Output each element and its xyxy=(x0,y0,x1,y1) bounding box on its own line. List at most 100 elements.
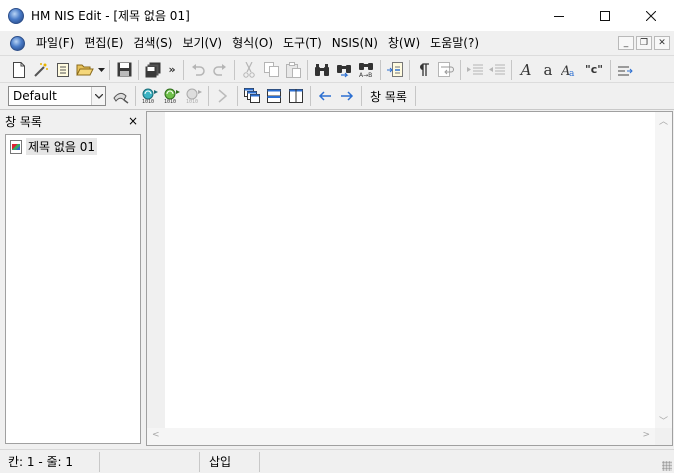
list-item[interactable]: 제목 없음 01 xyxy=(10,138,136,155)
cascade-icon xyxy=(244,88,260,103)
insert-colon-button[interactable] xyxy=(614,59,636,81)
open-folder-icon xyxy=(76,64,94,75)
compile-button[interactable]: 1010 xyxy=(139,85,161,107)
toolbar-separator xyxy=(511,59,512,80)
window-list-button[interactable]: 창 목록 xyxy=(365,88,412,105)
toolbar-separator xyxy=(135,86,136,106)
scroll-right-icon[interactable]: > xyxy=(642,430,650,440)
nsis-globe-icon[interactable] xyxy=(8,7,24,24)
minimize-button[interactable] xyxy=(536,0,582,31)
outdent-button[interactable] xyxy=(486,59,508,81)
line-gutter xyxy=(147,112,165,429)
toolbar-overflow-button[interactable]: » xyxy=(164,59,180,81)
open-dropdown-button[interactable] xyxy=(96,59,106,81)
status-blank xyxy=(100,451,200,472)
title-bar: HM NIS Edit - [제목 없음 01] xyxy=(0,0,674,31)
toolbar-separator xyxy=(237,86,238,106)
indent-button[interactable] xyxy=(464,59,486,81)
menu-search[interactable]: 검색(S) xyxy=(128,32,177,54)
tile-vertical-button[interactable] xyxy=(285,85,307,107)
wizard-button[interactable] xyxy=(30,59,52,81)
menu-format[interactable]: 형식(O) xyxy=(227,32,278,54)
lowercase-button[interactable]: a xyxy=(537,59,559,81)
cursor-position: 칸: 1 - 줄: 1 xyxy=(0,451,100,472)
maximize-icon xyxy=(600,10,610,21)
menu-file[interactable]: 파일(F) xyxy=(31,32,79,54)
find-button[interactable] xyxy=(311,59,333,81)
scroll-left-icon[interactable]: < xyxy=(152,430,160,440)
toolbar-separator xyxy=(138,59,139,80)
menu-view[interactable]: 보기(V) xyxy=(177,32,227,54)
toolbar-separator xyxy=(380,59,381,80)
new-file-icon xyxy=(13,61,25,78)
word-wrap-button[interactable] xyxy=(435,59,457,81)
save-disk-icon xyxy=(117,62,131,77)
quote-string-button[interactable]: "c" xyxy=(581,59,607,81)
mdi-close-button[interactable]: ✕ xyxy=(654,36,670,50)
menu-help[interactable]: 도움말(?) xyxy=(425,32,484,54)
menu-tools[interactable]: 도구(T) xyxy=(278,32,327,54)
maximize-button[interactable] xyxy=(582,0,628,31)
toolbar-separator xyxy=(414,86,416,106)
outdent-icon xyxy=(489,64,505,74)
horizontal-scrollbar[interactable]: < > xyxy=(147,428,655,445)
run-button[interactable] xyxy=(212,85,234,107)
new-file-button[interactable] xyxy=(8,59,30,81)
template-button[interactable] xyxy=(52,59,74,81)
cascade-button[interactable] xyxy=(241,85,263,107)
list-item-label: 제목 없음 01 xyxy=(26,138,98,155)
italic-font-button[interactable]: A xyxy=(515,59,537,81)
previous-window-button[interactable] xyxy=(314,85,336,107)
scroll-down-icon[interactable]: ﹀ xyxy=(659,414,668,427)
close-button[interactable] xyxy=(628,0,674,31)
save-button[interactable] xyxy=(113,59,135,81)
pilcrow-icon xyxy=(420,62,429,76)
run-icon xyxy=(218,89,228,103)
panel-header: 창 목록 × xyxy=(2,111,142,131)
save-all-button[interactable] xyxy=(142,59,164,81)
svg-text:A→B: A→B xyxy=(359,72,372,78)
redo-button[interactable] xyxy=(209,59,231,81)
open-button[interactable] xyxy=(74,59,96,81)
find-next-button[interactable] xyxy=(333,59,355,81)
next-window-icon xyxy=(341,91,354,101)
previous-window-icon xyxy=(318,91,331,101)
italic-a-glyph: A xyxy=(520,60,532,79)
chevron-down-icon xyxy=(94,93,103,99)
tile-horizontal-button[interactable] xyxy=(263,85,285,107)
show-whitespace-button[interactable] xyxy=(413,59,435,81)
toolbar-separator xyxy=(109,59,110,80)
cut-button[interactable] xyxy=(238,59,260,81)
stop-compile-button[interactable]: 1010 xyxy=(183,85,205,107)
wizard-wand-icon xyxy=(34,62,48,77)
goto-line-icon xyxy=(387,61,403,77)
menu-window[interactable]: 창(W) xyxy=(383,32,425,54)
document-system-menu-icon[interactable] xyxy=(10,35,25,51)
toolbar-separator xyxy=(307,59,308,80)
copy-button[interactable] xyxy=(260,59,282,81)
menu-edit[interactable]: 편집(E) xyxy=(79,32,128,54)
panel-close-button[interactable]: × xyxy=(128,114,138,128)
compile-run-button[interactable]: 1010 xyxy=(161,85,183,107)
combo-dropdown-button[interactable] xyxy=(91,87,105,105)
change-case-button[interactable]: Aa xyxy=(559,59,581,81)
next-window-button[interactable] xyxy=(336,85,358,107)
goto-line-button[interactable] xyxy=(384,59,406,81)
scroll-up-icon[interactable]: ︿ xyxy=(659,114,668,127)
main-toolbar: » A→B A a Aa "c" xyxy=(0,57,674,83)
paste-button[interactable] xyxy=(282,59,304,81)
tile-vertical-icon xyxy=(289,89,303,103)
menu-nsis[interactable]: NSIS(N) xyxy=(327,32,383,54)
code-editor[interactable]: ︿ ﹀ < > xyxy=(146,111,673,446)
undo-button[interactable] xyxy=(187,59,209,81)
vertical-scrollbar[interactable]: ︿ ﹀ xyxy=(655,112,672,429)
toolbar-separator xyxy=(460,59,461,80)
style-editor-button[interactable] xyxy=(110,85,132,107)
style-combo[interactable]: Default xyxy=(8,86,106,106)
replace-button[interactable]: A→B xyxy=(355,59,377,81)
quote-c-glyph: "c" xyxy=(585,63,603,76)
mdi-minimize-button[interactable]: _ xyxy=(618,36,634,50)
replace-icon: A→B xyxy=(359,62,373,78)
resize-grip-icon[interactable] xyxy=(662,461,672,471)
mdi-restore-button[interactable]: ❐ xyxy=(636,36,652,50)
